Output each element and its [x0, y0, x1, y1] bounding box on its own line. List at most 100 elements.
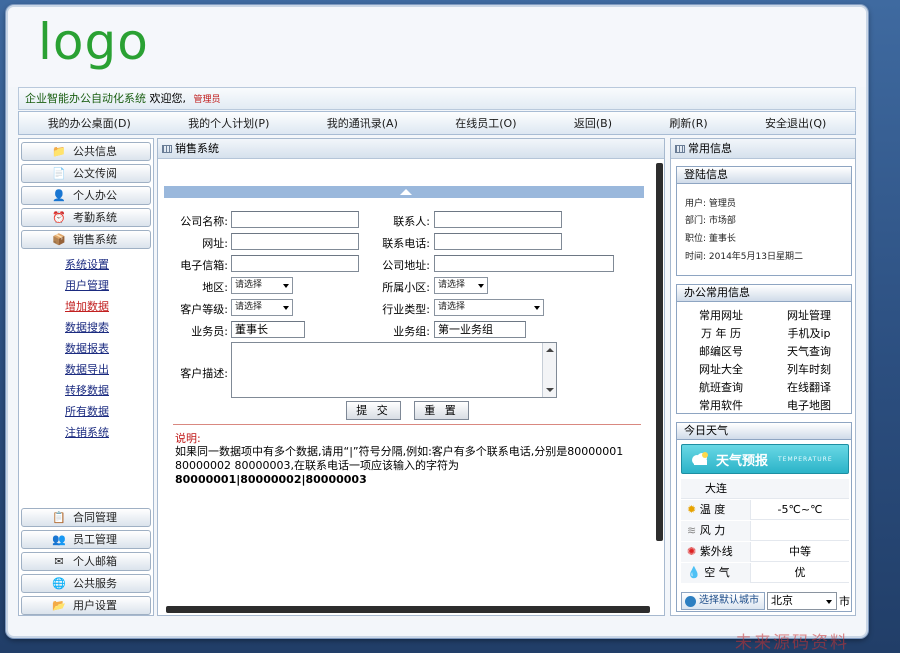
weather-row-temp: ✹ 温 度 -5℃~℃ — [681, 500, 849, 520]
sun-icon: ✹ — [687, 503, 697, 516]
clock-icon: ⏰ — [52, 211, 66, 224]
nav-logout[interactable]: 安全退出(Q) — [765, 115, 826, 131]
weather-row-air: 💧 空 气优 — [681, 563, 849, 583]
submenu-export[interactable]: 数据导出 — [65, 361, 109, 377]
contact-input[interactable] — [434, 211, 562, 228]
industry-select[interactable]: 请选择 — [434, 299, 544, 316]
panel-grip-icon — [162, 145, 172, 153]
link-common-sites[interactable]: 常用网址 — [677, 307, 765, 323]
link-flight[interactable]: 航班查询 — [677, 379, 765, 395]
reset-button[interactable]: 重 置 — [414, 401, 469, 420]
submenu-report[interactable]: 数据报表 — [65, 340, 109, 356]
label-email: 电子信箱: — [180, 259, 228, 272]
submenu-transfer[interactable]: 转移数据 — [65, 382, 109, 398]
submenu-all-data[interactable]: 所有数据 — [65, 403, 109, 419]
menu-employees[interactable]: 👥 员工管理 — [21, 530, 151, 549]
city-select[interactable]: 北京 — [767, 592, 837, 610]
weather-row-uv: ✺ 紫外线 中等 — [681, 542, 849, 562]
label-desc: 客户描述: — [180, 367, 228, 380]
menu-documents[interactable]: 📄 公文传阅 — [21, 164, 151, 183]
box-icon: 📦 — [52, 233, 66, 246]
nav-online-staff[interactable]: 在线员工(O) — [455, 115, 516, 131]
folder-icon: 📁 — [52, 145, 66, 158]
district-select[interactable]: 请选择 — [434, 277, 488, 294]
droplet-icon: 💧 — [687, 566, 701, 579]
link-software[interactable]: 常用软件 — [677, 397, 765, 413]
nav-plan[interactable]: 我的个人计划(P) — [188, 115, 269, 131]
nav-back[interactable]: 返回(B) — [574, 115, 612, 131]
link-train[interactable]: 列车时刻 — [765, 361, 853, 377]
dropdown-arrow-icon — [826, 600, 832, 604]
label-site: 网址: — [202, 237, 228, 250]
link-weather[interactable]: 天气查询 — [765, 343, 853, 359]
group-input[interactable]: 第一业务组 — [434, 321, 526, 338]
menu-mailbox[interactable]: ✉ 个人邮箱 — [21, 552, 151, 571]
label-industry: 行业类型: — [382, 303, 430, 316]
link-phone-ip[interactable]: 手机及ip — [765, 325, 853, 341]
login-user: 用户: 管理员 — [685, 199, 736, 209]
menu-user-settings[interactable]: 📂 用户设置 — [21, 596, 151, 615]
dropdown-arrow-icon — [478, 284, 484, 288]
label-group: 业务组: — [393, 325, 430, 338]
note-text: 如果同一数据项中有多个数据,请用“|”符号分隔,例如:客户有多个联系电话,分别是… — [175, 445, 624, 486]
dropdown-arrow-icon — [283, 284, 289, 288]
dropdown-arrow-icon — [534, 306, 540, 310]
label-contact: 联系人: — [393, 215, 430, 228]
link-map[interactable]: 电子地图 — [765, 397, 853, 413]
choose-city-button[interactable]: 选择默认城市 — [681, 592, 765, 610]
login-info-box: 登陆信息 用户: 管理员 部门: 市场部 职位: 董事长 时间: 2014年5月… — [676, 166, 852, 276]
note-example: 80000001|80000002|80000003 — [175, 473, 367, 486]
submenu-add-data[interactable]: 增加数据 — [65, 298, 109, 314]
link-site-manage[interactable]: 网址管理 — [765, 307, 853, 323]
phone-input[interactable] — [434, 233, 562, 250]
person-icon: 👤 — [52, 189, 66, 202]
globe-icon: 🌐 — [52, 577, 66, 590]
settings-icon: 📂 — [52, 599, 66, 612]
label-company: 公司名称: — [180, 215, 228, 228]
menu-contracts[interactable]: 📋 合同管理 — [21, 508, 151, 527]
current-user: 管理员 — [193, 95, 221, 105]
level-select[interactable]: 请选择 — [231, 299, 293, 316]
arrow-right-icon — [685, 596, 696, 607]
weather-banner-title: 天气预报 — [716, 454, 769, 469]
textarea-scrollbar[interactable] — [542, 343, 556, 397]
salesman-input[interactable]: 董事长 — [231, 321, 305, 338]
scrollbar-thumb[interactable] — [656, 163, 663, 541]
menu-public-info[interactable]: 📁 公共信息 — [21, 142, 151, 161]
submenu-settings[interactable]: 系统设置 — [65, 256, 109, 272]
label-phone: 联系电话: — [382, 237, 430, 250]
city-selector: 选择默认城市 北京 市 — [681, 592, 850, 610]
scrollbar-thumb[interactable] — [166, 606, 650, 613]
main-vertical-scrollbar[interactable] — [655, 160, 664, 615]
login-dept: 部门: 市场部 — [685, 216, 736, 226]
nav-contacts[interactable]: 我的通讯录(A) — [327, 115, 398, 131]
submenu-logout[interactable]: 注销系统 — [65, 424, 109, 440]
region-select[interactable]: 请选择 — [231, 277, 293, 294]
main-horizontal-scrollbar[interactable] — [160, 605, 654, 614]
submit-button[interactable]: 提 交 — [346, 401, 401, 420]
scroll-down-icon — [546, 388, 554, 392]
email-input[interactable] — [231, 255, 359, 272]
menu-sales[interactable]: 📦 销售系统 — [21, 230, 151, 249]
scroll-up-icon — [546, 348, 554, 352]
office-info-box: 办公常用信息 常用网址 网址管理 万 年 历 手机及ip 邮编区号 天气查询 网… — [676, 284, 852, 414]
menu-attendance[interactable]: ⏰ 考勤系统 — [21, 208, 151, 227]
link-calendar[interactable]: 万 年 历 — [677, 325, 765, 341]
menu-personal-office[interactable]: 👤 个人办公 — [21, 186, 151, 205]
menu-public-service[interactable]: 🌐 公共服务 — [21, 574, 151, 593]
link-site-directory[interactable]: 网址大全 — [677, 361, 765, 377]
address-input[interactable] — [434, 255, 614, 272]
collapse-up-icon — [400, 189, 412, 195]
link-translate[interactable]: 在线翻译 — [765, 379, 853, 395]
description-textarea[interactable] — [231, 342, 557, 398]
submenu-search[interactable]: 数据搜索 — [65, 319, 109, 335]
submenu-users[interactable]: 用户管理 — [65, 277, 109, 293]
company-input[interactable] — [231, 211, 359, 228]
collapse-bar[interactable] — [164, 186, 644, 198]
link-postcode[interactable]: 邮编区号 — [677, 343, 765, 359]
people-icon: 👥 — [52, 533, 66, 546]
nav-refresh[interactable]: 刷新(R) — [669, 115, 707, 131]
site-input[interactable] — [231, 233, 359, 250]
login-info-title: 登陆信息 — [677, 167, 851, 184]
nav-desktop[interactable]: 我的办公桌面(D) — [48, 115, 131, 131]
